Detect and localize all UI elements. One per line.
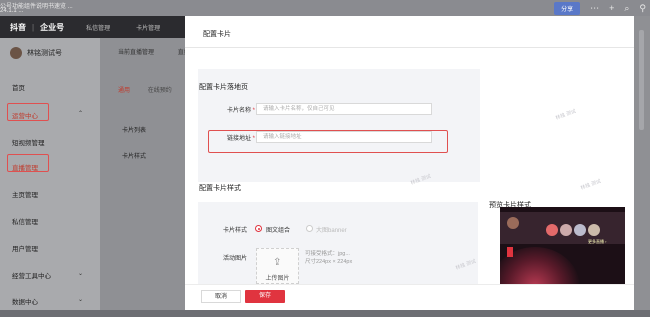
save-button[interactable]: 保存 — [245, 290, 285, 303]
watermark: 林铭 测试 — [579, 178, 602, 192]
page-scrollbar-thumb[interactable] — [639, 30, 644, 130]
cancel-button[interactable]: 取消 — [201, 290, 241, 303]
browser-top-strip: 公号功能组件说明书速览 ... 24.1.1 ... 分享 ⋯ + ⌕ ⚲ — [0, 0, 650, 16]
more-icon[interactable]: ⋯ — [590, 3, 599, 14]
radio-banner[interactable] — [306, 225, 313, 232]
sidebar: 林铭测试号 首页 运营中心 ⌃ 短视频管理 直播管理 主页管理 私信管理 用户管… — [0, 38, 100, 317]
radio-banner-label[interactable]: 大图banner — [316, 225, 347, 234]
tab-live-manage[interactable]: 当前直播管理 — [118, 50, 154, 56]
browser-actions: 分享 ⋯ + ⌕ ⚲ — [554, 0, 650, 16]
preview-user-avatar — [560, 224, 572, 236]
location-icon[interactable]: ⚲ — [639, 3, 646, 14]
plus-icon[interactable]: + — [609, 3, 614, 13]
upload-icon: ⇪ — [273, 257, 282, 268]
preview-avatar — [507, 217, 519, 229]
preview-badge — [507, 247, 513, 257]
preview-user-avatar — [574, 224, 586, 236]
sidebar-item-homepage[interactable]: 主页管理 — [12, 189, 38, 199]
account-name: 林铭测试号 — [27, 50, 62, 57]
logo-divider: | — [32, 22, 35, 32]
preview-live-icon — [546, 224, 558, 236]
douyin-logo[interactable]: 抖音 — [10, 22, 26, 33]
modal-title: 配置卡片 — [203, 31, 231, 38]
format-hint: 可接受格式：jpg... — [305, 251, 350, 257]
preview-user-avatar — [588, 224, 600, 236]
image-label: 活动图片 — [222, 256, 247, 262]
link-input[interactable]: 请输入链接地址 — [256, 131, 432, 143]
sidebar-item-tools[interactable]: 经营工具中心 — [12, 270, 51, 280]
size-hint: 尺寸224px × 224px — [305, 259, 353, 265]
sub-tabs: 通用 在线预约 — [118, 85, 172, 94]
sidebar-item-users[interactable]: 用户管理 — [12, 243, 38, 253]
modal-divider — [185, 47, 634, 48]
upload-image-button[interactable]: ⇪ 上传图片 — [256, 248, 299, 284]
link-label: 链接地址 * — [195, 133, 255, 142]
card-style-label: 卡片样式 — [122, 154, 147, 160]
nav-messages[interactable]: 私信管理 — [86, 23, 110, 32]
search-icon[interactable]: ⌕ — [624, 3, 629, 14]
card-list-label: 卡片列表 — [122, 128, 147, 134]
chevron-down-icon[interactable]: ⌄ — [78, 270, 83, 277]
required-mark: * — [252, 136, 255, 142]
watermark: 林铭 测试 — [554, 108, 577, 122]
app-header: 抖音 | 企业号 私信管理 卡片管理 — [0, 16, 185, 38]
card-name-label-text: 卡片名称 — [226, 108, 251, 114]
sidebar-item-data[interactable]: 数据中心 — [12, 296, 38, 306]
subtab-reservation[interactable]: 在线预约 — [148, 88, 172, 94]
subtab-general[interactable]: 通用 — [118, 88, 130, 94]
radio-image-text[interactable] — [255, 225, 262, 232]
browser-tab-text-2: 24.1.1 ... — [0, 8, 24, 14]
chevron-down-icon[interactable]: ⌄ — [78, 296, 83, 303]
landing-page-section-title: 配置卡片落地页 — [199, 84, 248, 91]
radio-image-text-label[interactable]: 图文组合 — [266, 225, 290, 234]
highlight-live — [7, 154, 49, 172]
sidebar-item-home[interactable]: 首页 — [12, 82, 25, 92]
enterprise-logo[interactable]: 企业号 — [40, 22, 64, 33]
card-style-section-title: 配置卡片样式 — [199, 185, 241, 192]
configure-card-modal: 配置卡片 配置卡片落地页 卡片名称 * 请输入卡片名称，仅自己可见 链接地址 *… — [185, 16, 634, 311]
link-label-text: 链接地址 — [226, 136, 251, 142]
share-button[interactable]: 分享 — [554, 1, 581, 15]
highlight-operations — [7, 103, 49, 121]
nav-cards[interactable]: 卡片管理 — [136, 23, 160, 32]
avatar — [10, 47, 22, 59]
required-mark: * — [252, 108, 255, 114]
sidebar-item-short-video[interactable]: 短视频管理 — [12, 137, 45, 147]
upload-text: 上传图片 — [265, 276, 290, 282]
card-name-label: 卡片名称 * — [195, 105, 255, 114]
bottom-bar — [0, 310, 650, 317]
account-info[interactable]: 林铭测试号 — [10, 47, 62, 59]
chevron-up-icon[interactable]: ⌃ — [78, 110, 83, 117]
sidebar-item-messages[interactable]: 私信管理 — [12, 216, 38, 226]
card-name-input[interactable]: 请输入卡片名称，仅自己可见 — [256, 103, 432, 115]
preview-more-link: 更多直播 › — [588, 239, 607, 244]
style-label: 卡片样式 — [222, 228, 247, 234]
